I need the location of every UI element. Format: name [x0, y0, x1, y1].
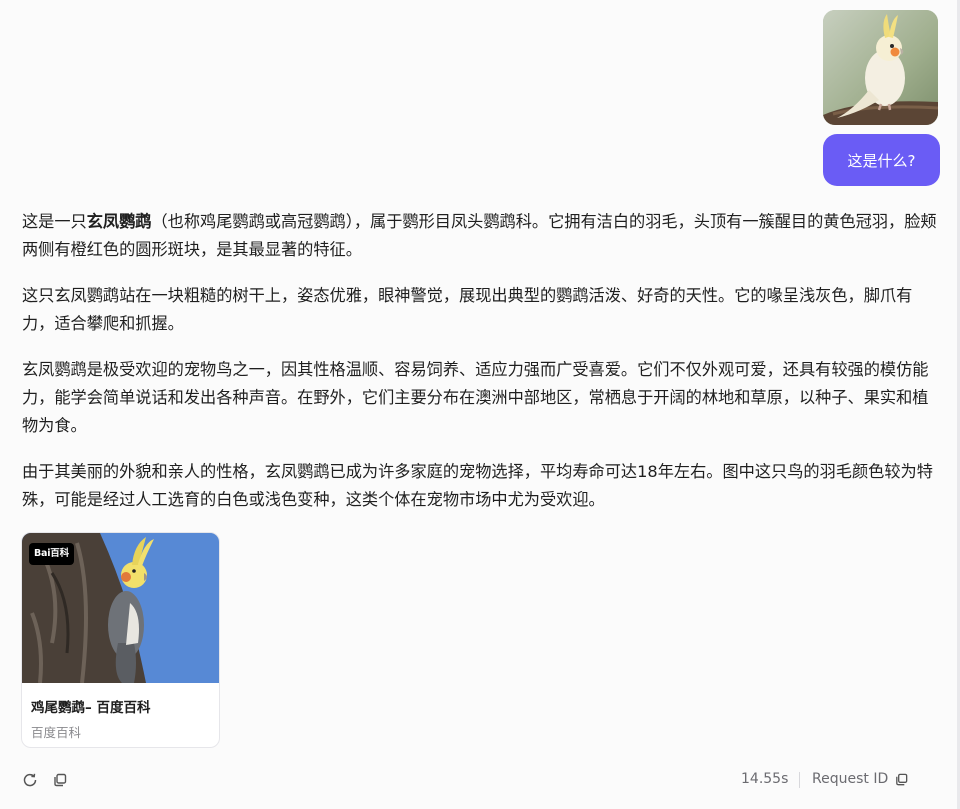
source-card[interactable]: Bai百科 鸡尾鹦鹉– 百度百科 百度百科: [21, 532, 220, 748]
answer-paragraph-2: 这只玄凤鹦鹉站在一块粗糙的树干上，姿态优雅，眼神警觉，展现出典型的鹦鹉活泼、好奇…: [22, 286, 913, 333]
answer-paragraph-1: 这是一只玄凤鹦鹉（也称鸡尾鹦鹉或高冠鹦鹉），属于鹦形目凤头鹦鹉科。它拥有洁白的羽…: [22, 208, 944, 264]
user-message-bubble: 这是什么?: [823, 134, 940, 186]
answer-text: （也称鸡尾鹦鹉或高冠鹦鹉），属于鹦形目凤头鹦鹉科。它拥有洁白的羽毛，头顶有一簇醒…: [22, 212, 937, 259]
response-latency: 14.55s: [741, 771, 789, 787]
answer-bold-term: 玄凤鹦鹉: [86, 212, 152, 231]
footer-divider: [799, 772, 800, 788]
answer-text: 这是一只: [22, 212, 87, 231]
copy-icon[interactable]: [50, 770, 70, 790]
user-uploaded-image[interactable]: [823, 10, 938, 125]
copy-request-id-icon[interactable]: [894, 772, 909, 787]
source-card-site: 百度百科: [31, 725, 82, 740]
user-message-text: 这是什么?: [847, 151, 916, 170]
baidu-baike-badge: Bai百科: [29, 543, 74, 565]
answer-paragraph-4: 由于其美丽的外貌和亲人的性格，玄凤鹦鹉已成为许多家庭的宠物选择，平均寿命可达18…: [22, 462, 933, 509]
request-id-label: Request ID: [812, 771, 889, 787]
cockatiel-photo: [823, 10, 938, 125]
assistant-answer: 这是一只玄凤鹦鹉（也称鸡尾鹦鹉或高冠鹦鹉），属于鹦形目凤头鹦鹉科。它拥有洁白的羽…: [22, 208, 944, 532]
answer-paragraph-3: 玄凤鹦鹉是极受欢迎的宠物鸟之一，因其性格温顺、容易饲养、适应力强而广受喜爱。它们…: [22, 360, 929, 435]
refresh-icon[interactable]: [20, 770, 40, 790]
request-id-button[interactable]: Request ID: [812, 771, 909, 787]
source-card-title[interactable]: 鸡尾鹦鹉– 百度百科: [31, 696, 150, 716]
